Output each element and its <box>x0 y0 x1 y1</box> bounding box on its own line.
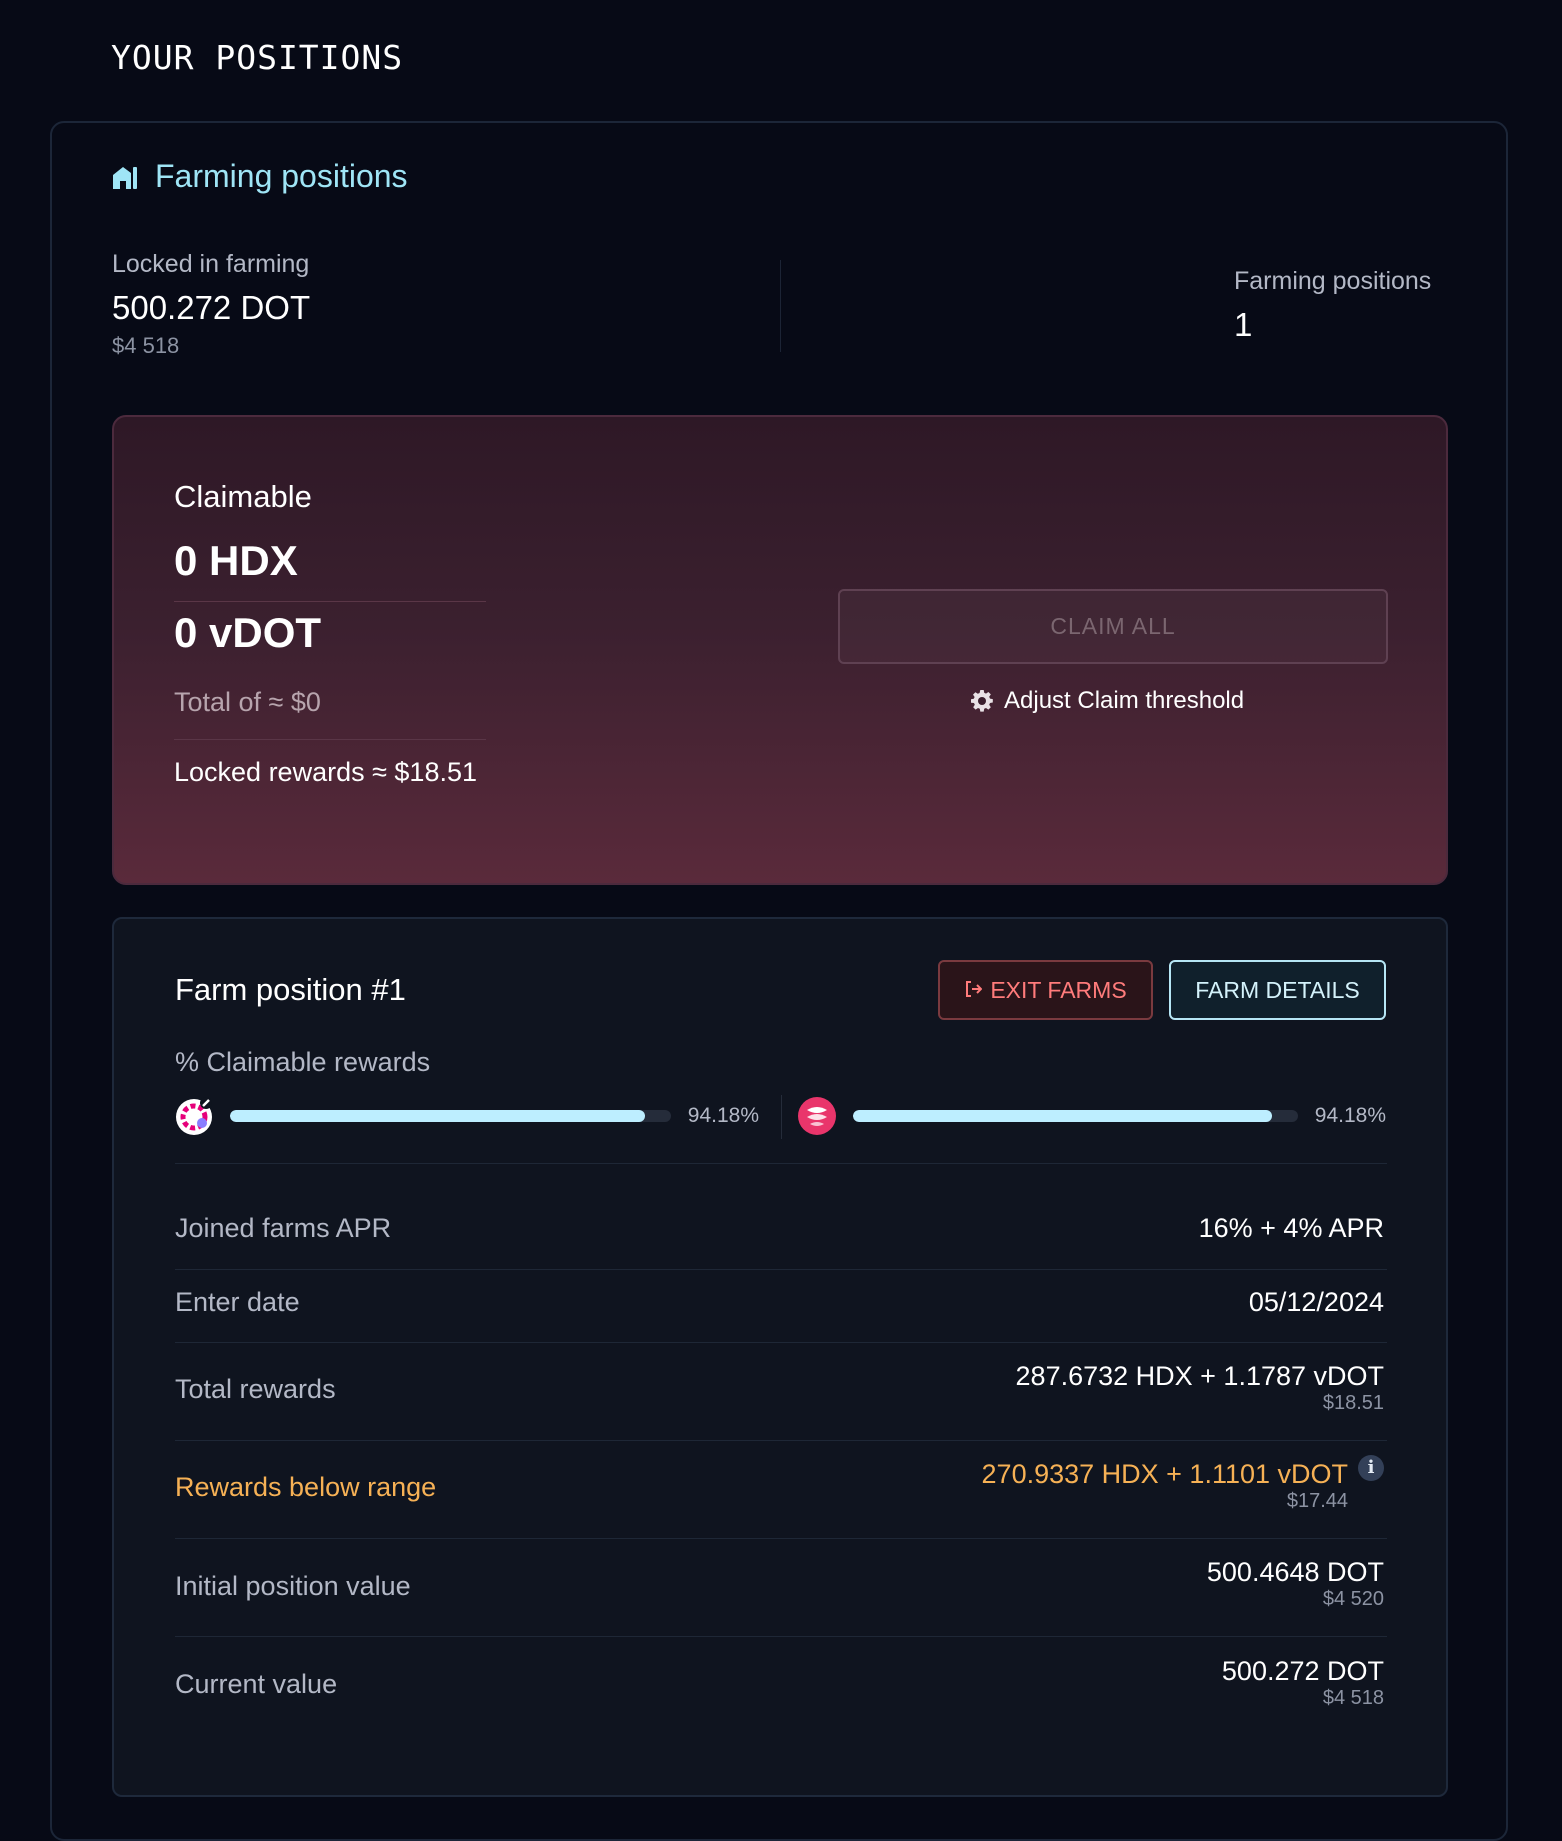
current-value-amount: 500.272 DOT <box>1221 1656 1384 1686</box>
claim-divider <box>174 601 486 602</box>
claimable-card: Claimable 0 HDX 0 vDOT Total of ≈ $0 Loc… <box>112 415 1448 885</box>
farm-barn-icon <box>111 164 139 190</box>
farm-position-title: Farm position #1 <box>175 972 406 1007</box>
vdot-token-icon <box>174 1096 214 1136</box>
adjust-claim-threshold-label: Adjust Claim threshold <box>1004 687 1245 714</box>
detail-label-initial-value: Initial position value <box>175 1571 411 1601</box>
current-value-usd: $4 518 <box>1322 1687 1384 1709</box>
initial-value-usd: $4 520 <box>1322 1588 1384 1610</box>
stat-divider <box>780 260 781 352</box>
progress-divider <box>781 1095 782 1139</box>
farming-positions-count: 1 <box>1234 306 1253 343</box>
claimable-vdot-amount: 0 vDOT <box>174 609 322 656</box>
detail-value-current-value: 500.272 DOT $4 518 <box>1222 1656 1384 1710</box>
claimable-rewards-label: % Claimable rewards <box>175 1047 431 1077</box>
detail-divider <box>175 1342 1387 1343</box>
hdx-token-icon <box>797 1096 837 1136</box>
exit-farms-label: EXIT FARMS <box>990 976 1127 1003</box>
detail-label-apr: Joined farms APR <box>175 1213 392 1243</box>
claimable-total: Total of ≈ $0 <box>174 687 321 717</box>
page-heading: YOUR POSITIONS <box>111 38 404 77</box>
detail-value-apr: 16% + 4% APR <box>1198 1213 1384 1243</box>
detail-divider <box>175 1269 1387 1270</box>
initial-value-amount: 500.4648 DOT <box>1206 1557 1384 1587</box>
claimable-hdx-amount: 0 HDX <box>174 537 298 584</box>
exit-farms-button[interactable]: EXIT FARMS <box>938 960 1153 1020</box>
detail-divider <box>175 1163 1387 1164</box>
detail-value-initial-value: 500.4648 DOT $4 520 <box>1207 1557 1384 1611</box>
locked-in-farming-stat: Locked in farming 500.272 DOT $4 518 <box>112 250 310 359</box>
detail-divider <box>175 1636 1387 1637</box>
farming-positions-label: Farming positions <box>1234 267 1432 295</box>
section-title-label: Farming positions <box>155 158 408 194</box>
detail-label-total-rewards: Total rewards <box>175 1374 336 1404</box>
info-icon[interactable]: i <box>1358 1455 1384 1481</box>
hdx-rewards-progress: 94.18% <box>797 1095 1386 1137</box>
hdx-progress-percent: 94.18% <box>1314 1104 1386 1127</box>
detail-label-current-value: Current value <box>175 1669 338 1699</box>
claimable-title: Claimable <box>174 479 312 514</box>
exit-icon <box>964 977 983 1004</box>
detail-divider <box>175 1538 1387 1539</box>
total-rewards-amount: 287.6732 HDX + 1.1787 vDOT <box>1015 1361 1384 1391</box>
gear-icon <box>970 689 994 713</box>
detail-divider <box>175 1440 1387 1441</box>
farming-positions-stat: Farming positions 1 <box>1234 267 1431 344</box>
vdot-rewards-progress: 94.18% <box>174 1095 759 1137</box>
hdx-progress-fill <box>853 1110 1273 1122</box>
detail-value-enter-date: 05/12/2024 <box>1248 1287 1384 1317</box>
rewards-below-range-usd: $17.44 <box>1286 1490 1348 1512</box>
detail-label-enter-date: Enter date <box>175 1287 300 1317</box>
vdot-progress-fill <box>230 1110 646 1122</box>
farm-details-button[interactable]: FARM DETAILS <box>1169 960 1386 1020</box>
section-title: Farming positions <box>111 158 408 195</box>
claim-divider <box>174 739 486 740</box>
adjust-claim-threshold-link[interactable]: Adjust Claim threshold <box>970 687 1244 715</box>
detail-label-rewards-below-range: Rewards below range <box>175 1472 437 1502</box>
claim-all-button[interactable]: CLAIM ALL <box>838 589 1388 664</box>
farm-position-card: Farm position #1 EXIT FARMS FARM DETAILS… <box>112 917 1448 1797</box>
locked-rewards: Locked rewards ≈ $18.51 <box>174 757 477 787</box>
locked-in-farming-value: 500.272 DOT <box>112 289 311 326</box>
hdx-progress-track <box>853 1110 1298 1122</box>
rewards-below-range-amount: 270.9337 HDX + 1.1101 vDOT <box>981 1459 1348 1489</box>
vdot-progress-track <box>230 1110 671 1122</box>
total-rewards-usd: $18.51 <box>1322 1392 1384 1414</box>
detail-value-rewards-below-range: 270.9337 HDX + 1.1101 vDOT i $17.44 <box>981 1455 1384 1513</box>
vdot-progress-percent: 94.18% <box>687 1104 759 1127</box>
locked-in-farming-usd: $4 518 <box>112 333 180 358</box>
locked-in-farming-label: Locked in farming <box>112 250 310 278</box>
detail-value-total-rewards: 287.6732 HDX + 1.1787 vDOT $18.51 <box>1016 1361 1384 1415</box>
